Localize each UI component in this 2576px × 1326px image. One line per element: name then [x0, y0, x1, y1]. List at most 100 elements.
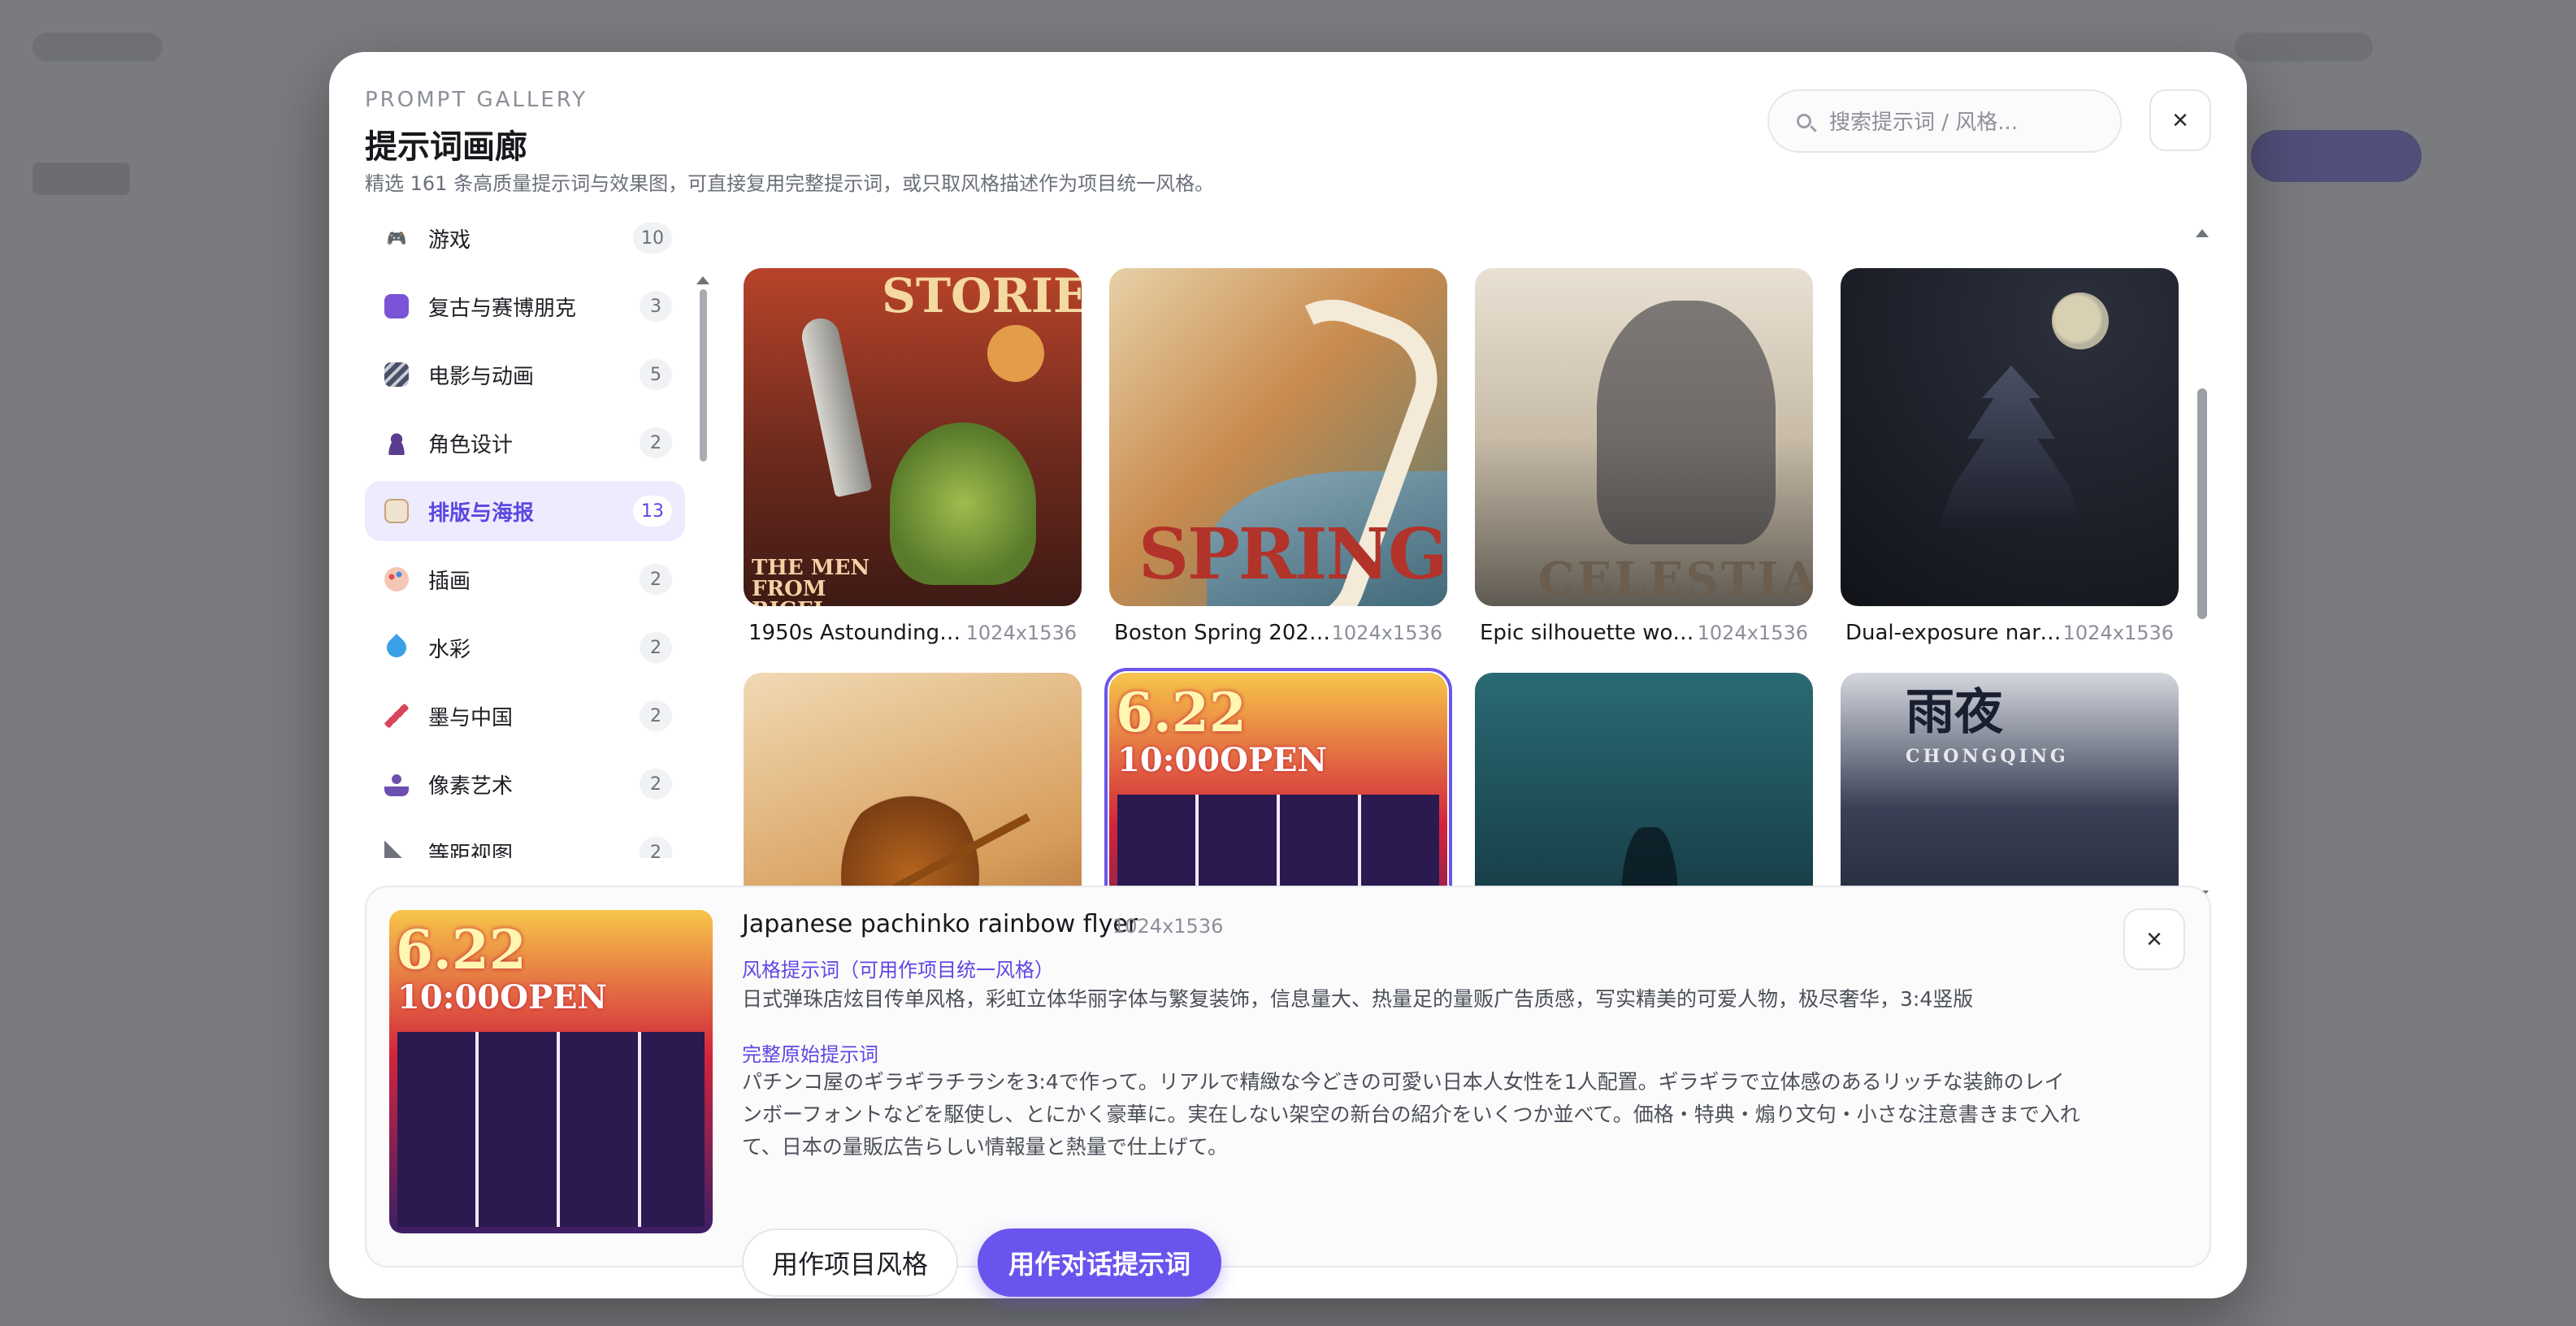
gallery-card-selected[interactable]: 6.22 10:00OPEN [1104, 668, 1452, 910]
gallery-scroll-up-arrow[interactable] [2196, 229, 2209, 237]
card-size: 1024x1536 [1697, 622, 1808, 644]
full-prompt-label: 完整原始提示词 [742, 1043, 878, 1066]
sidebar-item-illustration[interactable]: 插画 2 [365, 549, 685, 609]
pagoda-graphic [1938, 366, 2084, 528]
gallery-card[interactable]: Dual-exposure narra... 1024x1536 [1841, 268, 2179, 645]
sidebar-item-label: 插画 [428, 569, 471, 594]
thumbnail-image [1841, 268, 2179, 606]
sidebar-item-film-animation[interactable]: 电影与动画 5 [365, 344, 685, 405]
modal-eyebrow: PROMPT GALLERY [365, 88, 588, 112]
card-size: 1024x1536 [965, 622, 1077, 644]
category-count-badge: 2 [640, 769, 672, 800]
moon-graphic [2052, 292, 2109, 349]
card-title: Dual-exposure narra... [1845, 621, 2063, 645]
triangle-ruler-icon [384, 840, 409, 858]
sidebar-scrollbar[interactable] [700, 289, 707, 462]
category-sidebar: 🎮 游戏 10 复古与赛博朋克 3 电影与动画 5 角色设计 2 排版与海报 1… [365, 208, 690, 858]
close-icon: × [2146, 923, 2162, 955]
poster-text: 6.22 [1116, 681, 1247, 744]
gallery-card[interactable] [744, 673, 1082, 910]
poster-text: SPRING [1138, 514, 1447, 596]
detail-size: 1024x1536 [1112, 915, 1224, 938]
modal-title: 提示词画廊 [365, 128, 527, 166]
card-caption: Epic silhouette world... 1024x1536 [1480, 621, 1808, 645]
thumbnail-image [1475, 673, 1813, 910]
brush-icon [384, 704, 409, 728]
card-size: 1024x1536 [2062, 622, 2174, 644]
close-detail-button[interactable]: × [2123, 908, 2185, 970]
card-caption: Boston Spring 2026 ... 1024x1536 [1114, 621, 1442, 645]
silhouette-graphic [1597, 301, 1776, 544]
sidebar-scroll-up-arrow[interactable] [696, 276, 709, 284]
gallery-card[interactable]: STORIES THE MEN FROM RIGEL 1950s Astound… [744, 268, 1082, 645]
card-title: 1950s Astounding St... [748, 621, 966, 645]
gallery-card[interactable]: 雨夜 CHONGQING [1841, 673, 2179, 910]
gallery-thumbnail[interactable]: 6.22 10:00OPEN [1104, 668, 1452, 910]
category-count-badge: 2 [640, 700, 672, 731]
sidebar-item-character-design[interactable]: 角色设计 2 [365, 413, 685, 473]
thumbnail-image: SPRING [1109, 268, 1447, 606]
card-caption: 1950s Astounding St... 1024x1536 [748, 621, 1077, 645]
memo-icon [384, 499, 409, 523]
person-icon [384, 431, 409, 455]
poster-text: CELESTIAL [1538, 552, 1813, 606]
gallery-thumbnail[interactable] [744, 673, 1082, 910]
category-count-badge: 13 [633, 496, 672, 526]
category-count-badge: 2 [640, 632, 672, 663]
gallery-scrollbar[interactable] [2197, 388, 2207, 619]
sidebar-item-isometric[interactable]: 等距视图 2 [365, 822, 685, 858]
poster-text: THE MEN FROM RIGEL [752, 556, 870, 606]
rocket-graphic [798, 314, 873, 498]
gamepad-icon: 🎮 [386, 228, 407, 248]
sidebar-item-ink-china[interactable]: 墨与中国 2 [365, 686, 685, 746]
sidebar-item-label: 电影与动画 [428, 364, 535, 389]
poster-text: STORIES [882, 268, 1082, 323]
thumbnail-image: 6.22 10:00OPEN [1109, 673, 1447, 910]
gallery-thumbnail[interactable]: 雨夜 CHONGQING [1841, 673, 2179, 910]
sidebar-item-label: 游戏 [428, 228, 471, 253]
gallery-thumbnail[interactable] [1841, 268, 2179, 606]
use-as-project-style-button[interactable]: 用作项目风格 [742, 1228, 958, 1297]
robot-icon [384, 294, 409, 318]
sidebar-item-label: 像素艺术 [428, 774, 514, 799]
gallery-thumbnail[interactable] [1475, 673, 1813, 910]
use-as-chat-prompt-button[interactable]: 用作对话提示词 [978, 1228, 1221, 1297]
gallery-thumbnail[interactable]: CELESTIAL [1475, 268, 1813, 606]
monster-graphic [890, 422, 1036, 585]
joystick-icon [384, 772, 409, 796]
gallery-card[interactable] [1475, 673, 1813, 910]
poster-text: 10:00OPEN [397, 978, 608, 1016]
sidebar-item-pixel-art[interactable]: 像素艺术 2 [365, 754, 685, 814]
sidebar-item-games[interactable]: 🎮 游戏 10 [365, 208, 685, 268]
detail-preview-image: 6.22 10:00OPEN [389, 910, 713, 1233]
clapperboard-icon [384, 362, 409, 387]
thumbnail-image: CELESTIAL [1475, 268, 1813, 606]
category-count-badge: 10 [633, 223, 672, 254]
category-count-badge: 2 [640, 837, 672, 858]
sidebar-item-label: 复古与赛博朋克 [428, 296, 577, 321]
gallery-card[interactable]: SPRING Boston Spring 2026 ... 1024x1536 [1109, 268, 1447, 645]
close-modal-button[interactable]: × [2149, 89, 2211, 151]
card-title: Boston Spring 2026 ... [1114, 621, 1332, 645]
sidebar-item-label: 排版与海报 [428, 500, 535, 526]
gallery-thumbnail[interactable]: STORIES THE MEN FROM RIGEL [744, 268, 1082, 606]
droplet-icon [383, 634, 410, 661]
sidebar-item-label: 等距视图 [428, 842, 514, 859]
palette-icon [384, 567, 409, 592]
thumbnail-image: 6.22 10:00OPEN [389, 910, 713, 1233]
search-box [1767, 89, 2122, 153]
sidebar-item-watercolor[interactable]: 水彩 2 [365, 618, 685, 678]
search-input[interactable] [1828, 104, 2099, 141]
flyer-grid-graphic [397, 1032, 705, 1227]
gallery-card[interactable]: CELESTIAL Epic silhouette world... 1024x… [1475, 268, 1813, 645]
prompt-gallery-modal: PROMPT GALLERY 提示词画廊 精选 161 条高质量提示词与效果图，… [329, 52, 2247, 1298]
gallery-thumbnail[interactable]: SPRING [1109, 268, 1447, 606]
category-count-badge: 2 [640, 427, 672, 458]
poster-text: 6.22 [396, 918, 527, 982]
sidebar-item-label: 水彩 [428, 637, 471, 662]
sidebar-item-label: 角色设计 [428, 432, 514, 457]
sidebar-item-retro-cyberpunk[interactable]: 复古与赛博朋克 3 [365, 276, 685, 336]
full-prompt-text: パチンコ屋のギラギラチラシを3:4で作って。リアルで精緻な今どきの可愛い日本人女… [742, 1070, 2080, 1159]
sidebar-item-typography-poster[interactable]: 排版与海报 13 [365, 481, 685, 541]
card-caption: Dual-exposure narra... 1024x1536 [1845, 621, 2174, 645]
